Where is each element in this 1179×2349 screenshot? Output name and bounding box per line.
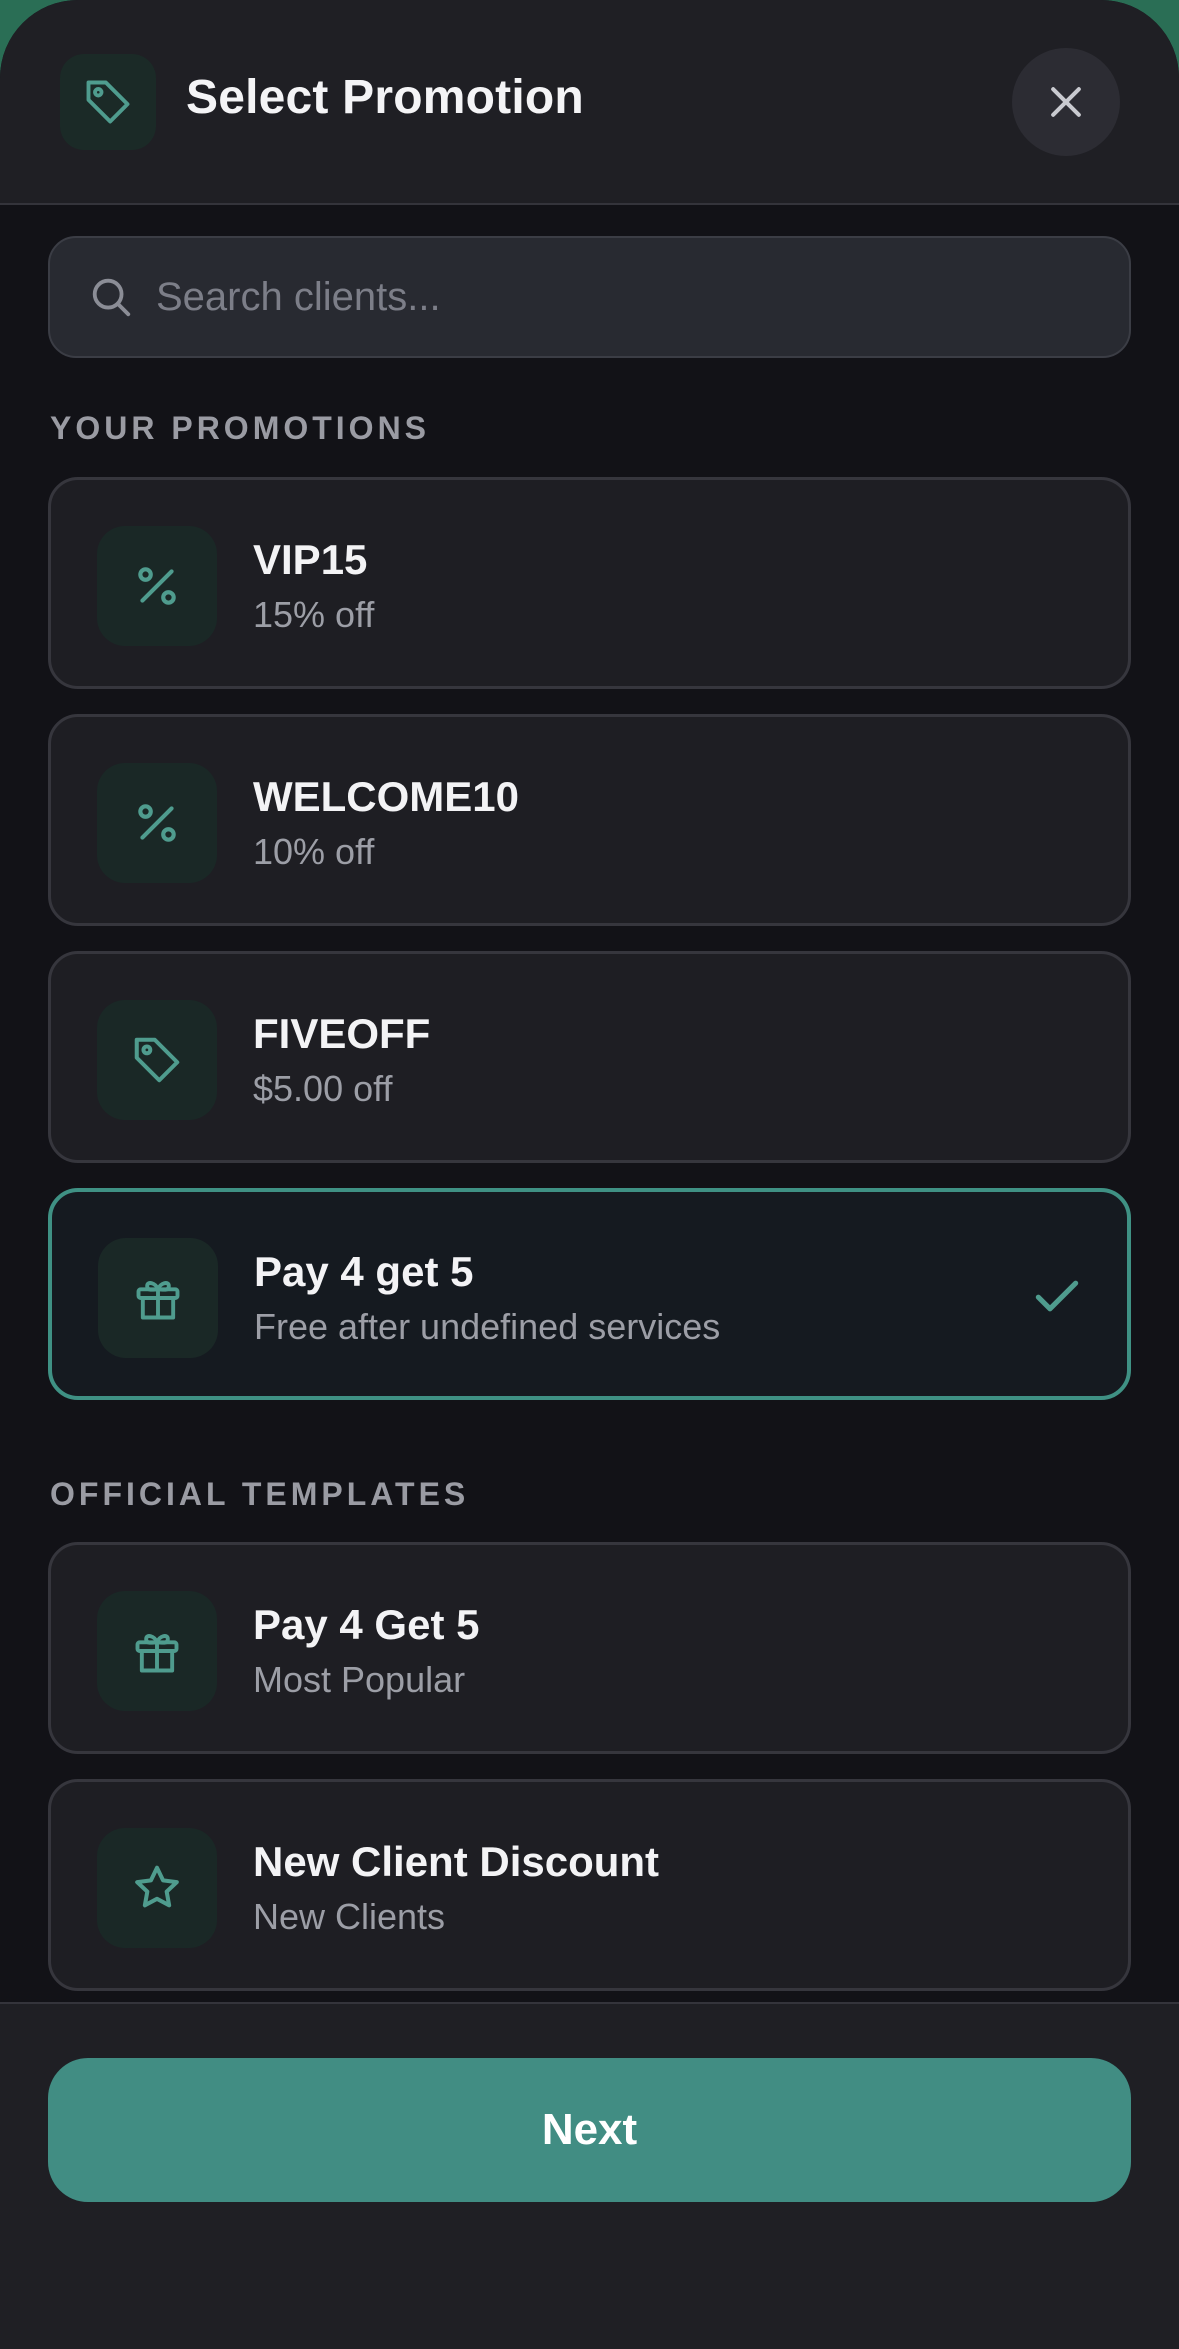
promotion-title: Pay 4 get 5 bbox=[254, 1248, 474, 1295]
promotion-sheet: Select Promotion YOUR PROMOTIONS VIP15 1… bbox=[0, 0, 1179, 2349]
promotion-card-vip15[interactable]: VIP15 15% off bbox=[48, 477, 1131, 689]
next-button[interactable]: Next bbox=[48, 2058, 1131, 2202]
section-label-your-promotions: YOUR PROMOTIONS bbox=[50, 410, 431, 446]
promotion-subtitle: 10% off bbox=[253, 831, 375, 872]
search-icon bbox=[92, 278, 131, 317]
tag-icon bbox=[97, 1000, 217, 1120]
star-icon bbox=[97, 1828, 217, 1948]
close-icon bbox=[1051, 87, 1081, 117]
percent-icon bbox=[97, 763, 217, 883]
template-title: New Client Discount bbox=[253, 1838, 660, 1885]
gift-icon bbox=[98, 1238, 218, 1358]
promotion-card-pay4get5-selected[interactable]: Pay 4 get 5 Free after undefined service… bbox=[48, 1188, 1131, 1400]
close-button[interactable] bbox=[1012, 48, 1120, 156]
sheet-header: Select Promotion bbox=[0, 0, 1179, 205]
promotion-subtitle: $5.00 off bbox=[253, 1068, 393, 1109]
page-title: Select Promotion bbox=[186, 71, 584, 124]
section-label-official-templates: OFFICIAL TEMPLATES bbox=[50, 1476, 470, 1512]
template-subtitle: Most Popular bbox=[253, 1659, 466, 1700]
check-icon bbox=[1035, 1280, 1079, 1312]
promotion-subtitle: 15% off bbox=[253, 594, 375, 635]
template-title: Pay 4 Get 5 bbox=[253, 1601, 480, 1648]
promotion-title: FIVEOFF bbox=[253, 1010, 431, 1057]
promotion-title: WELCOME10 bbox=[253, 773, 520, 820]
promotion-card-fiveoff[interactable]: FIVEOFF $5.00 off bbox=[48, 951, 1131, 1163]
search-input[interactable] bbox=[156, 262, 1096, 332]
search-box[interactable] bbox=[48, 236, 1131, 358]
promotion-title: VIP15 bbox=[253, 536, 368, 583]
gift-icon bbox=[97, 1591, 217, 1711]
sheet-footer: Next bbox=[0, 2002, 1179, 2349]
promotion-subtitle: Free after undefined services bbox=[254, 1306, 721, 1347]
promotion-card-welcome10[interactable]: WELCOME10 10% off bbox=[48, 714, 1131, 926]
template-card-pay4get5[interactable]: Pay 4 Get 5 Most Popular bbox=[48, 1542, 1131, 1754]
template-subtitle: New Clients bbox=[253, 1896, 446, 1937]
tag-icon bbox=[60, 54, 156, 150]
percent-icon bbox=[97, 526, 217, 646]
template-card-new-client-discount[interactable]: New Client Discount New Clients bbox=[48, 1779, 1131, 1991]
